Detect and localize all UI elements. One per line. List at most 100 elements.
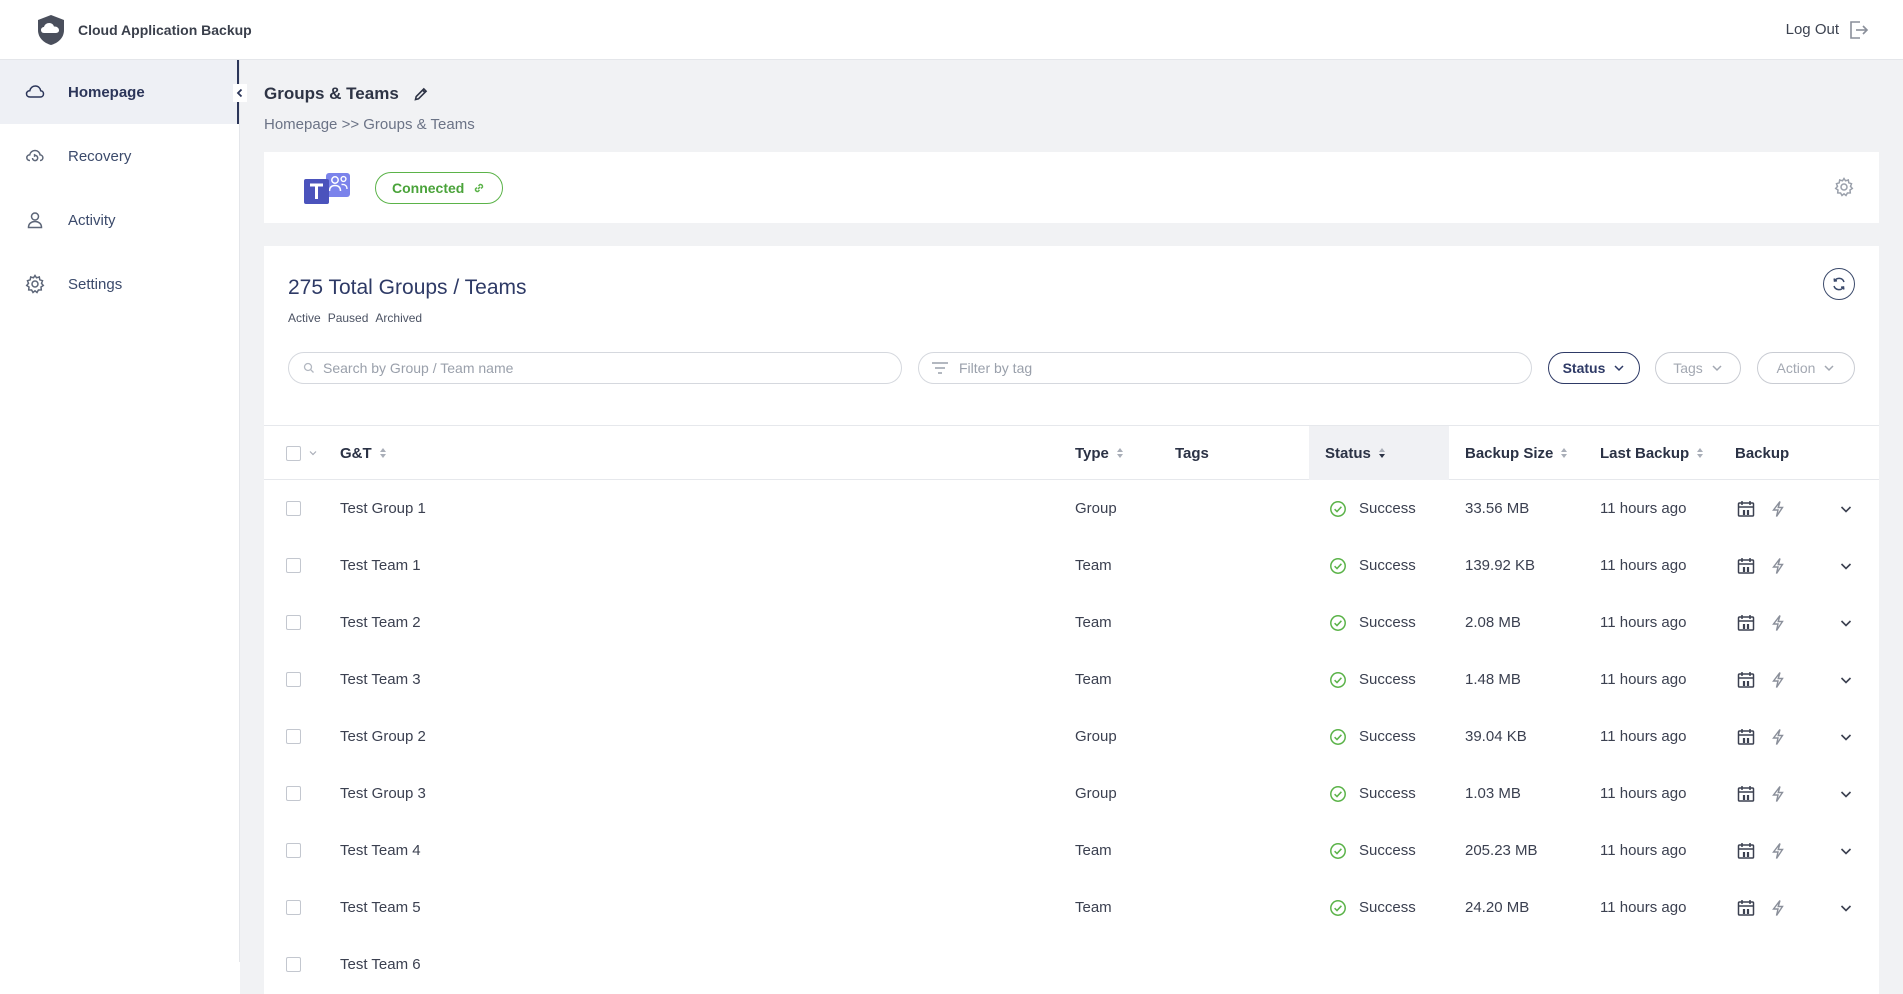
- success-check-icon: [1330, 728, 1346, 745]
- table-row[interactable]: Test Group 1 Group Success 33.56 MB 11 h…: [264, 480, 1879, 537]
- table-header: G&T Type Tags Status Backup Size Last Ba…: [264, 425, 1879, 480]
- chevron-down-icon: [1840, 505, 1852, 513]
- refresh-button[interactable]: [1823, 268, 1855, 300]
- row-checkbox[interactable]: [286, 900, 301, 915]
- row-checkbox[interactable]: [286, 843, 301, 858]
- sidebar-item-recovery[interactable]: Recovery: [0, 124, 239, 188]
- schedule-calendar-icon[interactable]: [1736, 727, 1756, 747]
- schedule-calendar-icon[interactable]: [1736, 898, 1756, 918]
- column-header-status[interactable]: Status: [1309, 426, 1449, 480]
- sidebar-item-settings[interactable]: Settings: [0, 252, 239, 316]
- row-type: Team: [1075, 879, 1112, 936]
- brand[interactable]: Cloud Application Backup: [34, 13, 252, 47]
- backup-now-bolt-icon[interactable]: [1770, 842, 1786, 860]
- schedule-calendar-icon[interactable]: [1736, 841, 1756, 861]
- row-name[interactable]: Test Team 1: [340, 537, 421, 594]
- status-filter-paused[interactable]: Paused: [328, 311, 369, 325]
- row-name[interactable]: Test Team 5: [340, 879, 421, 936]
- schedule-calendar-icon[interactable]: [1736, 670, 1756, 690]
- action-dropdown-button[interactable]: Action: [1757, 352, 1855, 384]
- logout-button[interactable]: Log Out: [1786, 19, 1869, 41]
- schedule-calendar-icon[interactable]: [1736, 556, 1756, 576]
- row-backup-actions: [1736, 537, 1786, 594]
- row-name[interactable]: Test Team 3: [340, 651, 421, 708]
- column-header-label: Backup: [1735, 444, 1790, 462]
- backup-now-bolt-icon[interactable]: [1770, 557, 1786, 575]
- table-row[interactable]: Test Team 4 Team Success 205.23 MB 11 ho…: [264, 822, 1879, 879]
- tags-dropdown-button[interactable]: Tags: [1655, 352, 1741, 384]
- refresh-icon: [1833, 277, 1845, 291]
- row-name[interactable]: Test Group 1: [340, 480, 426, 537]
- row-type: Team: [1075, 651, 1112, 708]
- backup-now-bolt-icon[interactable]: [1770, 671, 1786, 689]
- shield-cloud-logo: [38, 14, 64, 45]
- row-checkbox[interactable]: [286, 501, 301, 516]
- row-expand-button[interactable]: [1839, 822, 1853, 879]
- row-expand-button[interactable]: [1839, 537, 1853, 594]
- row-type-text: Team: [1075, 557, 1112, 574]
- connected-status-badge[interactable]: Connected: [375, 171, 504, 204]
- row-name[interactable]: Test Team 2: [340, 594, 421, 651]
- row-name[interactable]: Test Group 3: [340, 765, 426, 822]
- status-filter-archived[interactable]: Archived: [375, 311, 422, 325]
- schedule-calendar-icon[interactable]: [1736, 613, 1756, 633]
- backup-now-bolt-icon[interactable]: [1770, 728, 1786, 746]
- sidebar-item-homepage[interactable]: Homepage: [0, 60, 239, 124]
- row-name[interactable]: Test Team 6: [340, 936, 421, 993]
- column-header-type[interactable]: Type: [1075, 426, 1123, 480]
- row-status-text: Success: [1359, 728, 1416, 745]
- sidebar-item-activity[interactable]: Activity: [0, 188, 239, 252]
- row-expand-button[interactable]: [1839, 651, 1853, 708]
- row-expand-button[interactable]: [1839, 708, 1853, 765]
- column-header-last-backup[interactable]: Last Backup: [1600, 426, 1704, 480]
- table-row[interactable]: Test Team 2 Team Success 2.08 MB 11 hour…: [264, 594, 1879, 651]
- row-name[interactable]: Test Team 4: [340, 822, 421, 879]
- table-row[interactable]: Test Team 3 Team Success 1.48 MB 11 hour…: [264, 651, 1879, 708]
- chevron-down-icon[interactable]: [309, 449, 317, 457]
- sidebar-collapse-button[interactable]: [233, 84, 247, 102]
- column-header-name[interactable]: G&T: [340, 426, 386, 480]
- row-type-text: Team: [1075, 671, 1112, 688]
- row-name-text: Test Team 2: [340, 614, 421, 631]
- schedule-calendar-icon[interactable]: [1736, 499, 1756, 519]
- row-checkbox[interactable]: [286, 615, 301, 630]
- row-size-text: 1.03 MB: [1465, 785, 1521, 802]
- row-size-text: 2.08 MB: [1465, 614, 1521, 631]
- row-backup-size: 39.04 KB: [1465, 708, 1527, 765]
- row-expand-button[interactable]: [1839, 765, 1853, 822]
- row-checkbox[interactable]: [286, 786, 301, 801]
- table-row[interactable]: Test Team 6: [264, 936, 1879, 993]
- column-header-backup-size[interactable]: Backup Size: [1465, 426, 1568, 480]
- sort-icon: [1561, 448, 1568, 458]
- breadcrumb-home[interactable]: Homepage: [264, 116, 337, 133]
- row-name[interactable]: Test Group 2: [340, 708, 426, 765]
- chevron-down-icon: [1840, 904, 1852, 912]
- row-checkbox[interactable]: [286, 672, 301, 687]
- tag-filter-input[interactable]: [959, 360, 1499, 376]
- table-row[interactable]: Test Team 5 Team Success 24.20 MB 11 hou…: [264, 879, 1879, 936]
- edit-pencil-icon[interactable]: [413, 86, 429, 102]
- row-last-text: 11 hours ago: [1600, 785, 1687, 802]
- connection-settings-gear-icon[interactable]: [1833, 176, 1855, 198]
- status-filter-active[interactable]: Active: [288, 311, 321, 325]
- backup-now-bolt-icon[interactable]: [1770, 614, 1786, 632]
- schedule-calendar-icon[interactable]: [1736, 784, 1756, 804]
- table-row[interactable]: Test Group 3 Group Success 1.03 MB 11 ho…: [264, 765, 1879, 822]
- row-checkbox[interactable]: [286, 558, 301, 573]
- backup-now-bolt-icon[interactable]: [1770, 899, 1786, 917]
- row-expand-button[interactable]: [1839, 879, 1853, 936]
- table-row[interactable]: Test Group 2 Group Success 39.04 KB 11 h…: [264, 708, 1879, 765]
- backup-now-bolt-icon[interactable]: [1770, 500, 1786, 518]
- select-all-checkbox[interactable]: [286, 445, 301, 461]
- status-dropdown-button[interactable]: Status: [1548, 352, 1640, 384]
- row-expand-button[interactable]: [1839, 480, 1853, 537]
- column-header-label: Tags: [1175, 444, 1209, 462]
- table-row[interactable]: Test Team 1 Team Success 139.92 KB 11 ho…: [264, 537, 1879, 594]
- search-input[interactable]: [323, 360, 862, 376]
- row-last-text: 11 hours ago: [1600, 557, 1687, 574]
- select-all-control[interactable]: [286, 426, 317, 480]
- row-checkbox[interactable]: [286, 957, 301, 972]
- row-expand-button[interactable]: [1839, 594, 1853, 651]
- row-checkbox[interactable]: [286, 729, 301, 744]
- backup-now-bolt-icon[interactable]: [1770, 785, 1786, 803]
